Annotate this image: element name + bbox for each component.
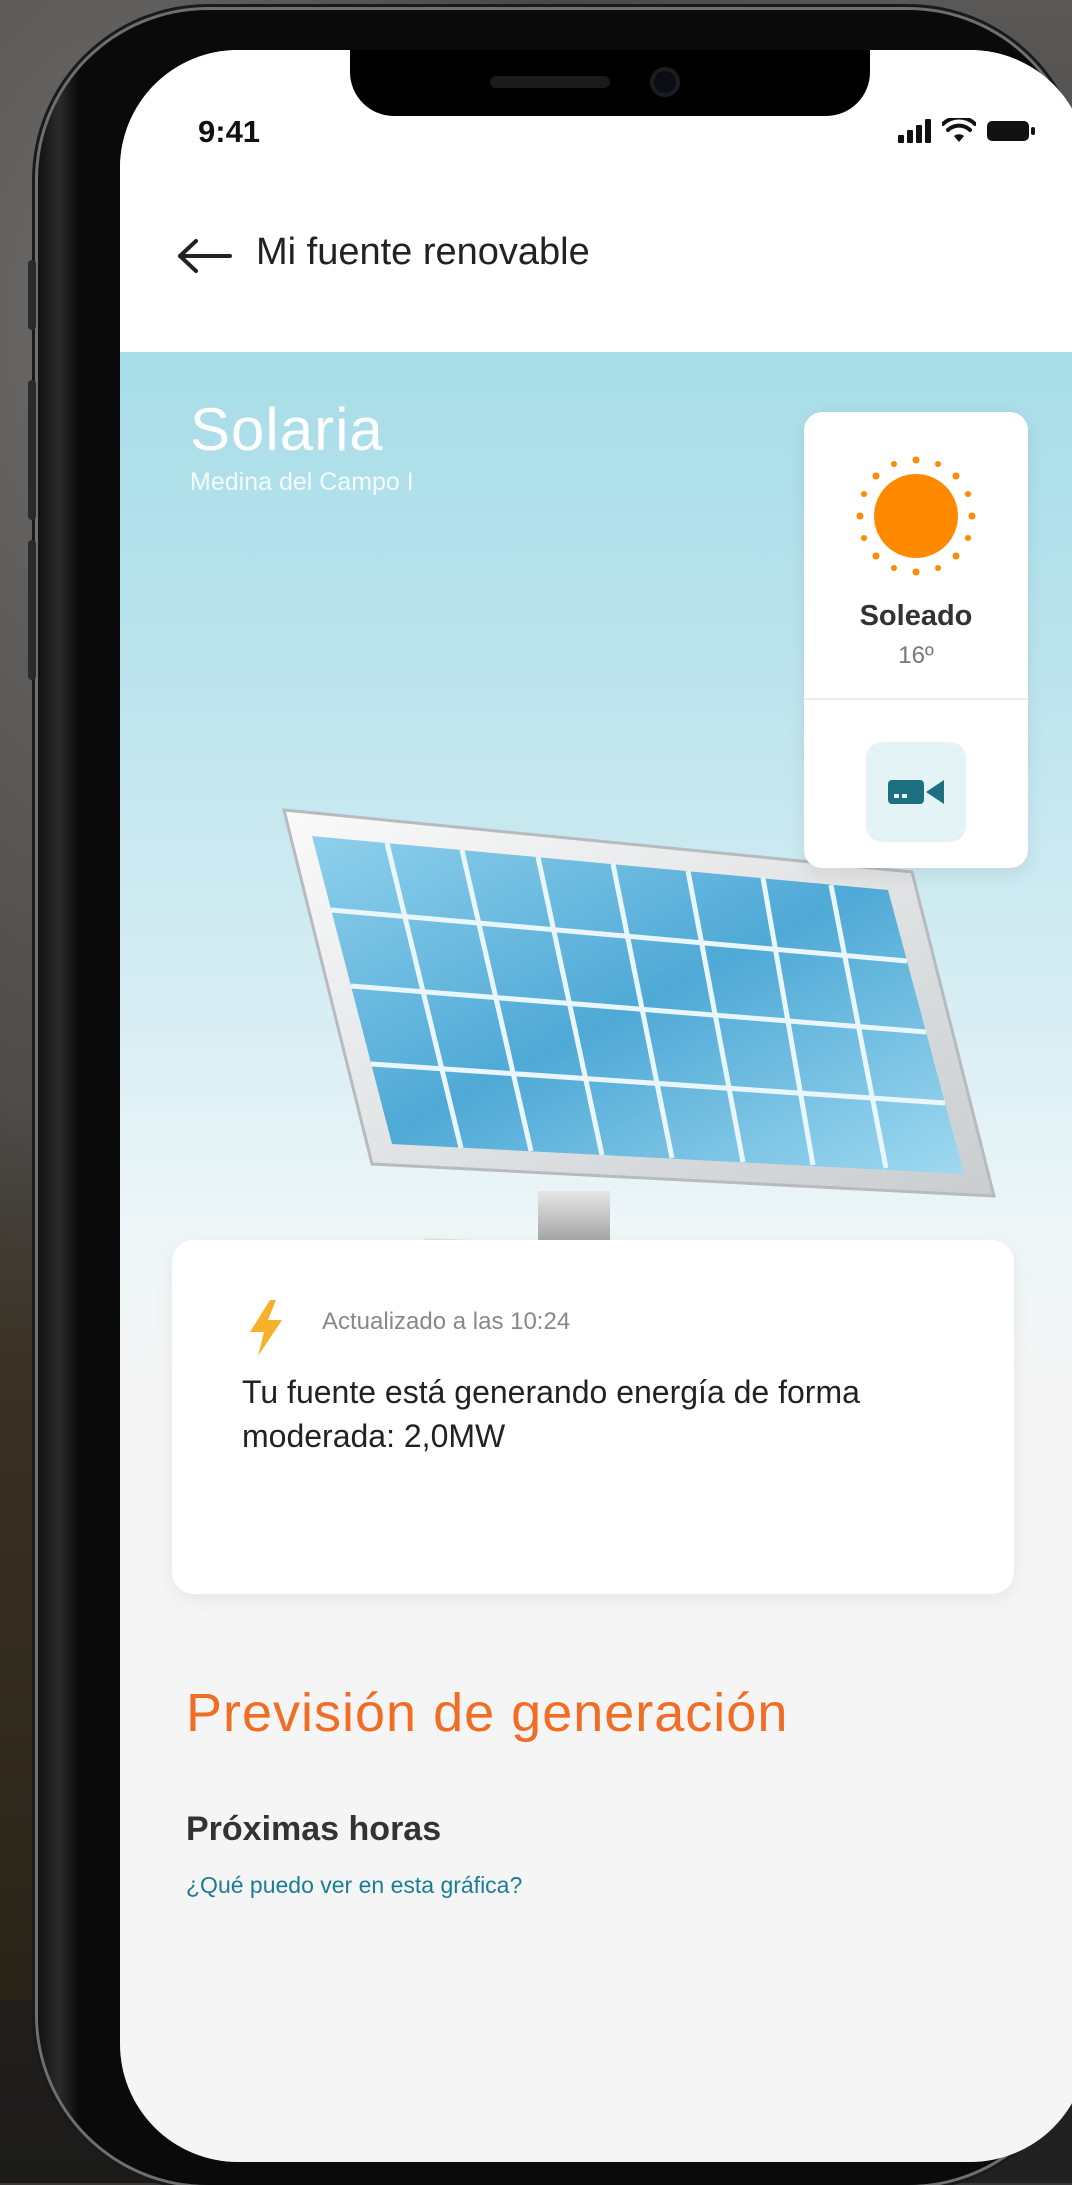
live-camera-button[interactable] [866,742,966,842]
back-arrow-icon[interactable] [176,238,232,274]
volume-down-button [28,540,36,680]
status-icons [898,118,1036,144]
forecast-subtitle: Próximas horas [186,1810,442,1848]
app-screen: 9:41 Mi fuente renovable Solaria Medina … [120,50,1072,2162]
sun-icon [856,456,976,576]
weather-divider [804,698,1028,700]
weather-temperature: 16º [898,642,934,669]
updated-timestamp: Actualizado a las 10:24 [322,1308,571,1335]
weather-condition: Soleado [859,600,973,632]
status-time: 9:41 [198,114,261,149]
generation-status-card: Actualizado a las 10:24 Tu fuente está g… [172,1240,1014,1594]
forecast-title: Previsión de generación [186,1683,789,1743]
phone-frame: 9:41 Mi fuente renovable Solaria Medina … [28,10,1072,2185]
mute-switch [28,260,36,330]
plant-name: Solaria [190,396,384,463]
speaker-grille [490,76,610,88]
chart-help-link[interactable]: ¿Qué puedo ver en esta gráfica? [186,1872,522,1899]
volume-up-button [28,380,36,520]
generation-message: Tu fuente está generando energía de form… [242,1374,860,1454]
wifi-icon [942,118,976,142]
battery-icon [987,121,1035,141]
front-camera [650,67,680,97]
notch [350,50,870,116]
signal-icon [898,119,931,143]
video-camera-icon [888,780,944,804]
plant-location: Medina del Campo I [190,468,414,496]
lightning-bolt-icon [250,1300,282,1356]
page-title: Mi fuente renovable [256,231,590,273]
weather-card: Soleado 16º [804,412,1028,868]
